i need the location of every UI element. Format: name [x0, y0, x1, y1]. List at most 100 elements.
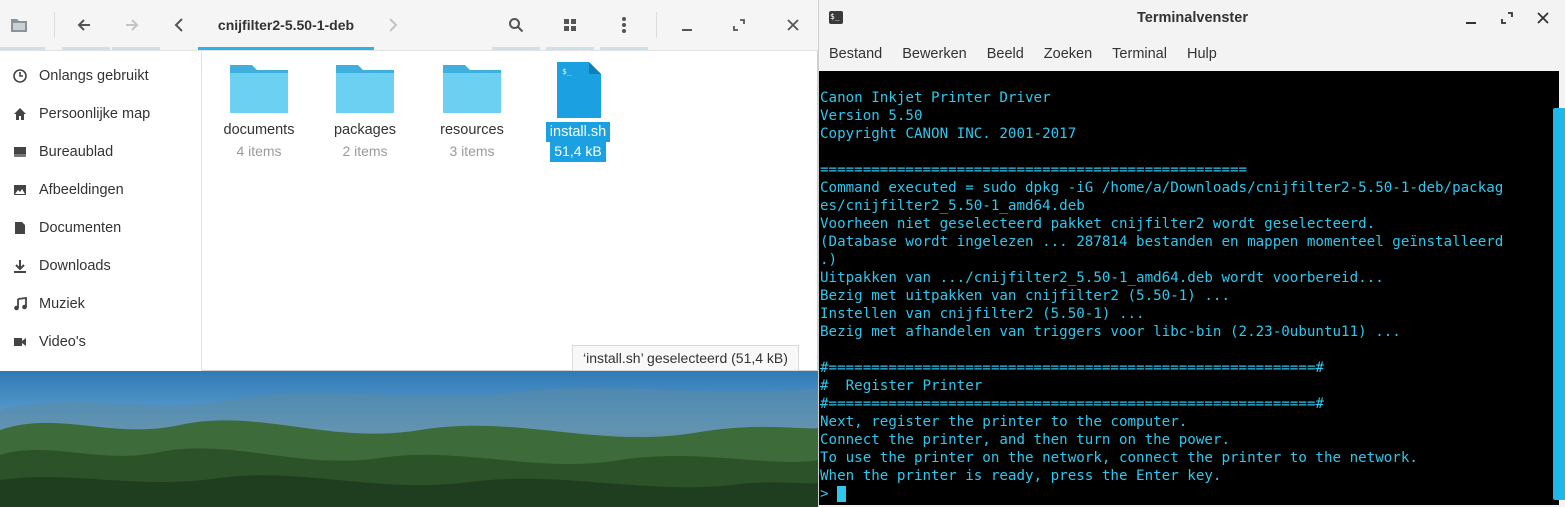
minimize-button[interactable]	[672, 0, 702, 50]
file-name: install.sh	[545, 122, 611, 142]
sidebar-item-downloads[interactable]: Downloads	[0, 247, 201, 285]
terminal-output-line: es/cnijfilter2_5.50-1_amd64.deb	[820, 198, 1085, 214]
file-name: resources	[440, 122, 504, 138]
menu-file[interactable]: Bestand	[819, 46, 892, 62]
file-meta: 3 items	[449, 143, 495, 159]
wallpaper-landscape	[0, 388, 820, 507]
minimize-icon	[682, 29, 692, 31]
menu-view[interactable]: Beeld	[977, 46, 1034, 62]
file-meta: 51,4 kB	[550, 140, 606, 162]
terminal-output-line: Bezig met afhandelen van triggers voor l…	[820, 324, 1401, 340]
terminal-window: Terminalvenster $_ Bestand Bewerken Beel…	[818, 0, 1565, 507]
menu-search[interactable]: Zoeken	[1034, 46, 1102, 62]
terminal-output-line: To use the printer on the network, conne…	[820, 450, 1418, 466]
maximize-icon	[733, 19, 745, 31]
home-icon	[12, 106, 28, 122]
sidebar-item-label: Afbeeldingen	[39, 182, 124, 198]
document-icon	[12, 220, 28, 236]
file-manager-window: cnijfilter2-5.50-1-deb Onlangs gebruikt …	[0, 0, 818, 371]
close-icon	[1537, 12, 1549, 24]
terminal-cursor	[837, 486, 847, 502]
terminal-output-line: Connect the printer, and then turn on th…	[820, 432, 1230, 448]
terminal-output-line: Next, register the printer to the comput…	[820, 414, 1188, 430]
back-button[interactable]	[68, 0, 100, 50]
folder-item-packages[interactable]: packages 2 items	[315, 61, 415, 162]
video-icon	[12, 334, 28, 350]
sidebar-item-videos[interactable]: Video's	[0, 323, 201, 361]
folder-item-documents[interactable]: documents 4 items	[209, 61, 309, 162]
header-separator	[54, 12, 55, 38]
arrow-left-icon	[77, 19, 90, 31]
terminal-output-line: Version 5.50	[820, 108, 923, 124]
selection-status: ‘install.sh’ geselecteerd (51,4 kB)	[572, 345, 799, 371]
menu-terminal[interactable]: Terminal	[1102, 46, 1177, 62]
back-underline	[62, 47, 110, 50]
search-icon	[509, 18, 524, 33]
files-app-icon	[4, 0, 34, 50]
file-meta: 4 items	[236, 143, 282, 159]
sidebar-item-label: Bureaublad	[39, 144, 114, 160]
terminal-output-line: When the printer is ready, press the Ent…	[820, 468, 1222, 484]
search-button[interactable]	[500, 0, 532, 50]
sidebar-item-documents[interactable]: Documenten	[0, 209, 201, 247]
breadcrumb-next-button[interactable]	[382, 0, 404, 50]
terminal-output-line: ========================================…	[820, 162, 1248, 178]
terminal-scrollbar[interactable]	[1553, 108, 1565, 500]
header-separator	[656, 12, 657, 38]
menu-button[interactable]	[608, 0, 640, 50]
terminal-output-line: Voorheen niet geselecteerd pakket cnijfi…	[820, 216, 1376, 232]
view-underline	[546, 47, 594, 50]
sidebar-item-label: Documenten	[39, 220, 122, 236]
music-icon	[12, 296, 28, 312]
forward-underline	[112, 47, 160, 50]
breadcrumb-current-folder[interactable]: cnijfilter2-5.50-1-deb	[198, 0, 374, 50]
folder-icon	[230, 65, 288, 113]
maximize-button[interactable]	[724, 0, 754, 50]
terminal-icon: $_	[829, 11, 843, 24]
arrow-right-icon	[126, 19, 139, 31]
forward-button[interactable]	[116, 0, 148, 50]
sidebar-item-label: Onlangs gebruikt	[39, 68, 149, 84]
menu-help[interactable]: Hulp	[1177, 46, 1227, 62]
terminal-close-button[interactable]	[1529, 0, 1557, 36]
terminal-output-line: Instellen van cnijfilter2 (5.50-1) ...	[820, 306, 1145, 322]
terminal-output-line: Canon Inkjet Printer Driver	[820, 90, 1051, 106]
sidebar-item-home[interactable]: Persoonlijke map	[0, 95, 201, 133]
file-item-install-sh[interactable]: $_ install.sh 51,4 kB	[528, 61, 628, 162]
menu-underline	[600, 47, 648, 50]
terminal-minimize-button[interactable]	[1457, 0, 1485, 36]
places-sidebar: Onlangs gebruikt Persoonlijke map Bureau…	[0, 51, 202, 371]
close-button[interactable]	[778, 0, 808, 50]
file-name: documents	[223, 122, 295, 138]
more-vertical-icon	[622, 17, 626, 33]
sidebar-item-music[interactable]: Muziek	[0, 285, 201, 323]
folder-item-resources[interactable]: resources 3 items	[422, 61, 522, 162]
desktop-wallpaper	[0, 370, 820, 507]
sidebar-item-label: Persoonlijke map	[39, 106, 151, 122]
file-manager-headerbar: cnijfilter2-5.50-1-deb	[0, 0, 818, 51]
breadcrumb-active-indicator	[198, 47, 374, 50]
sidebar-item-pictures[interactable]: Afbeeldingen	[0, 171, 201, 209]
sidebar-item-label: Downloads	[39, 258, 111, 274]
menu-edit[interactable]: Bewerken	[892, 46, 976, 62]
shell-script-icon: $_	[557, 62, 601, 118]
terminal-output-line: # Register Printer	[820, 378, 983, 394]
breadcrumb-prev-button[interactable]	[168, 0, 190, 50]
desktop-icon	[12, 144, 28, 160]
chevron-right-icon	[389, 18, 398, 32]
sidebar-item-desktop[interactable]: Bureaublad	[0, 133, 201, 171]
sidebar-item-recent[interactable]: Onlangs gebruikt	[0, 57, 201, 95]
file-view: documents 4 items packages 2 items resou…	[202, 51, 817, 371]
terminal-output-line: .)	[820, 252, 838, 268]
terminal-screen[interactable]: Canon Inkjet Printer Driver Version 5.50 C…	[819, 71, 1565, 505]
terminal-prompt-line[interactable]: >	[820, 485, 847, 503]
view-mode-button[interactable]	[554, 0, 586, 50]
terminal-maximize-button[interactable]	[1493, 0, 1521, 36]
file-name: packages	[333, 122, 397, 138]
terminal-output-line: #=======================================…	[820, 396, 1324, 412]
image-icon	[12, 182, 28, 198]
terminal-output-line: Uitpakken van .../cnijfilter2_5.50-1_amd…	[820, 270, 1384, 286]
maximize-icon	[1501, 12, 1513, 24]
sidebar-toggle-underline	[0, 47, 45, 50]
terminal-output-line: Bezig met uitpakken van cnijfilter2 (5.5…	[820, 288, 1230, 304]
